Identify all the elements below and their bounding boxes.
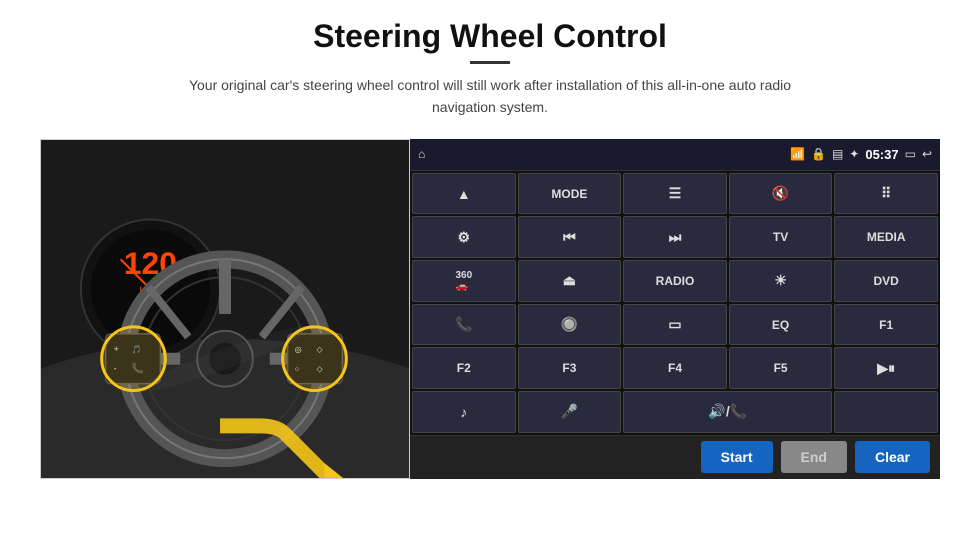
home-icon[interactable]: ⌂ — [418, 147, 425, 161]
window-button[interactable]: ▭ — [623, 304, 727, 346]
vol-button[interactable]: 🔊/📞 — [623, 391, 832, 433]
f3-button[interactable]: F3 — [518, 347, 622, 389]
f4-button[interactable]: F4 — [623, 347, 727, 389]
bluetooth-icon: ✦ — [849, 147, 859, 161]
steering-wheel-svg: 120 km/h — [41, 139, 409, 479]
tv-button[interactable]: TV — [729, 216, 833, 258]
status-bar: ⌂ 📶 🔒 ▤ ✦ 05:37 ▭ ↩ — [410, 139, 940, 171]
control-panel: ⌂ 📶 🔒 ▤ ✦ 05:37 ▭ ↩ ▲ MODE ☰ 🔇 — [410, 139, 940, 479]
apps-button[interactable]: ⠿ — [834, 173, 938, 215]
mode-button[interactable]: MODE — [518, 173, 622, 215]
eject-button[interactable]: ⏏ — [518, 260, 622, 302]
page-container: Steering Wheel Control Your original car… — [0, 0, 980, 544]
mute-icon: 🔇 — [772, 185, 789, 202]
card-icon: ▤ — [832, 147, 843, 161]
brightness-icon: ☀ — [774, 272, 787, 289]
page-title: Steering Wheel Control — [170, 18, 810, 55]
phone-button[interactable]: 📞 — [412, 304, 516, 346]
nav-icon: ▲ — [457, 186, 471, 202]
vol-icon: 🔊/📞 — [708, 403, 747, 420]
f2-button[interactable]: F2 — [412, 347, 516, 389]
wifi-icon: 📶 — [790, 147, 805, 161]
playpause-icon: ▶⏸ — [877, 360, 895, 377]
mic-icon: 🎤 — [561, 403, 578, 420]
dvd-button[interactable]: DVD — [834, 260, 938, 302]
list-icon: ☰ — [669, 185, 682, 202]
radio-button[interactable]: RADIO — [623, 260, 727, 302]
prev-button[interactable]: ⏮ — [518, 216, 622, 258]
playpause-button[interactable]: ▶⏸ — [834, 347, 938, 389]
f1-button[interactable]: F1 — [834, 304, 938, 346]
music-button[interactable]: ♪ — [412, 391, 516, 433]
end-button[interactable]: End — [781, 441, 847, 473]
music-icon: ♪ — [460, 404, 467, 420]
content-row: 120 km/h — [40, 139, 940, 479]
start-button[interactable]: Start — [701, 441, 773, 473]
clear-button[interactable]: Clear — [855, 441, 930, 473]
settings-icon: ⚙ — [458, 229, 471, 246]
status-left: ⌂ — [418, 147, 425, 161]
title-divider — [470, 61, 510, 64]
subtitle: Your original car's steering wheel contr… — [170, 74, 810, 119]
list-button[interactable]: ☰ — [623, 173, 727, 215]
car-image-container: 120 km/h — [40, 139, 410, 479]
brightness-button[interactable]: ☀ — [729, 260, 833, 302]
media-button[interactable]: MEDIA — [834, 216, 938, 258]
settings-button[interactable]: ⚙ — [412, 216, 516, 258]
action-bar: Start End Clear — [410, 435, 940, 479]
phone-icon: 📞 — [455, 316, 472, 333]
map-button[interactable]: 🔘 — [518, 304, 622, 346]
lock-icon: 🔒 — [811, 147, 826, 161]
blank-button — [834, 391, 938, 433]
status-right: 📶 🔒 ▤ ✦ 05:37 ▭ ↩ — [790, 147, 932, 162]
nav-button[interactable]: ▲ — [412, 173, 516, 215]
status-time: 05:37 — [865, 147, 898, 162]
apps-icon: ⠿ — [881, 185, 891, 202]
next-button[interactable]: ⏭ — [623, 216, 727, 258]
prev-icon: ⏮ — [563, 229, 576, 246]
eject-icon: ⏏ — [563, 272, 576, 289]
eq-button[interactable]: EQ — [729, 304, 833, 346]
f5-button[interactable]: F5 — [729, 347, 833, 389]
title-section: Steering Wheel Control Your original car… — [170, 18, 810, 133]
mic-button[interactable]: 🎤 — [518, 391, 622, 433]
360cam-button[interactable]: 360🚗 — [412, 260, 516, 302]
window-icon: ▭ — [668, 316, 681, 333]
360cam-label: 360🚗 — [455, 270, 472, 292]
button-grid: ▲ MODE ☰ 🔇 ⠿ ⚙ ⏮ ⏭ TV MEDIA 360🚗 ⏏ RADIO… — [410, 171, 940, 435]
map-icon: 🔘 — [561, 316, 578, 333]
back-icon[interactable]: ↩ — [922, 147, 932, 161]
screen-icon[interactable]: ▭ — [905, 147, 916, 161]
next-icon: ⏭ — [669, 229, 682, 246]
mute-button[interactable]: 🔇 — [729, 173, 833, 215]
car-image-bg: 120 km/h — [41, 140, 409, 478]
